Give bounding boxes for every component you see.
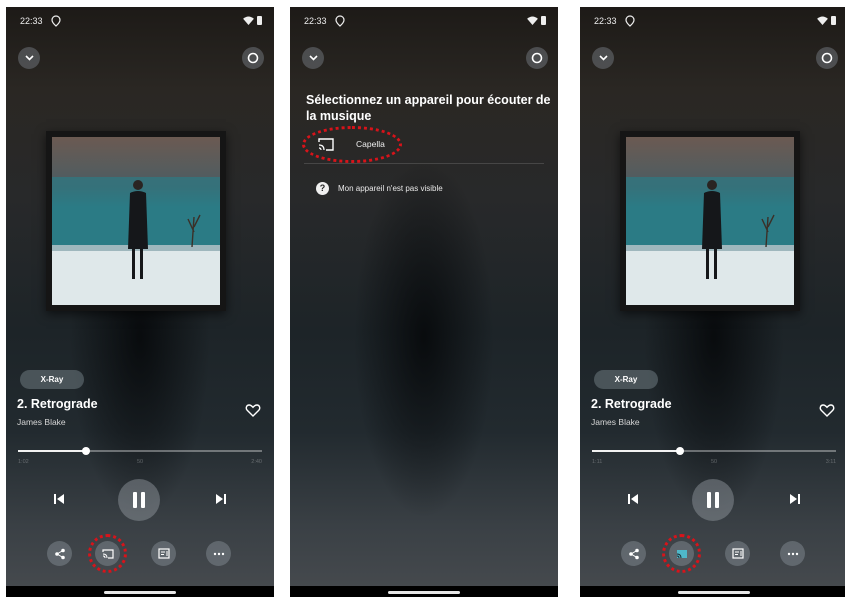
time-total: 2:40 xyxy=(251,459,262,465)
cast-button[interactable] xyxy=(669,541,694,566)
battery-icon xyxy=(541,16,546,25)
lyrics-icon xyxy=(157,548,170,559)
status-time: 22:33 xyxy=(594,16,617,26)
help-icon: ? xyxy=(316,182,329,195)
progress-bar[interactable] xyxy=(18,447,262,455)
account-ring-icon xyxy=(821,52,833,64)
time-mid: 50 xyxy=(710,459,718,465)
home-indicator[interactable] xyxy=(678,591,750,594)
time-mid: 50 xyxy=(136,459,144,465)
device-capella[interactable]: Capella xyxy=(304,133,550,157)
device-name: Capella xyxy=(356,139,385,149)
device-picker-heading: Sélectionnez un appareil pour écouter de… xyxy=(306,93,551,123)
navigation-bar xyxy=(290,586,558,597)
progress-thumb[interactable] xyxy=(82,447,91,455)
chevron-down-icon xyxy=(308,55,318,61)
pause-icon xyxy=(707,492,719,508)
track-title: 2. Retrograde xyxy=(591,397,672,411)
pause-button[interactable] xyxy=(692,479,734,521)
track-artist[interactable]: James Blake xyxy=(17,417,66,427)
album-art-image xyxy=(626,137,794,305)
previous-icon[interactable] xyxy=(626,492,640,506)
navigation-bar xyxy=(6,586,274,597)
battery-icon xyxy=(831,16,836,25)
xray-button[interactable]: X-Ray xyxy=(594,370,658,389)
next-icon[interactable] xyxy=(214,492,228,506)
home-indicator[interactable] xyxy=(388,591,460,594)
status-time: 22:33 xyxy=(20,16,43,26)
phone-screen-player: 22:33 X-Ray 2. Retrograde James Blake 1:… xyxy=(6,7,274,597)
progress-fill xyxy=(18,450,87,452)
pause-icon xyxy=(133,492,145,508)
pause-button[interactable] xyxy=(118,479,160,521)
album-art-image xyxy=(52,137,220,305)
album-cover xyxy=(620,131,800,311)
status-bar: 22:33 xyxy=(290,7,558,35)
previous-icon[interactable] xyxy=(52,492,66,506)
battery-icon xyxy=(257,16,262,25)
cast-device-icon xyxy=(318,138,334,151)
device-not-visible-link[interactable]: ? Mon appareil n'est pas visible xyxy=(304,179,524,197)
account-ring-icon xyxy=(247,52,259,64)
wifi-icon xyxy=(817,16,828,25)
track-title: 2. Retrograde xyxy=(17,397,98,411)
time-total: 3:11 xyxy=(825,459,836,465)
account-ring-icon xyxy=(531,52,543,64)
share-icon xyxy=(54,548,65,559)
location-icon xyxy=(335,15,345,27)
lyrics-queue-button[interactable] xyxy=(725,541,750,566)
heart-icon[interactable] xyxy=(245,402,261,418)
xray-button[interactable]: X-Ray xyxy=(20,370,84,389)
help-text: Mon appareil n'est pas visible xyxy=(338,184,443,193)
collapse-button[interactable] xyxy=(592,47,614,69)
track-artist[interactable]: James Blake xyxy=(591,417,640,427)
progress-bar[interactable] xyxy=(592,447,836,455)
status-bar: 22:33 xyxy=(6,7,274,35)
more-button[interactable] xyxy=(206,541,231,566)
more-dots-icon xyxy=(787,552,798,555)
collapse-button[interactable] xyxy=(18,47,40,69)
cast-connected-icon xyxy=(676,549,687,558)
chevron-down-icon xyxy=(24,55,34,61)
more-button[interactable] xyxy=(780,541,805,566)
collapse-button[interactable] xyxy=(302,47,324,69)
heart-icon[interactable] xyxy=(819,402,835,418)
share-button[interactable] xyxy=(47,541,72,566)
divider xyxy=(304,163,544,164)
home-indicator[interactable] xyxy=(104,591,176,594)
status-bar: 22:33 xyxy=(580,7,845,35)
location-icon xyxy=(51,15,61,27)
lyrics-queue-button[interactable] xyxy=(151,541,176,566)
account-button[interactable] xyxy=(526,47,548,69)
next-icon[interactable] xyxy=(788,492,802,506)
progress-thumb[interactable] xyxy=(675,447,684,455)
share-button[interactable] xyxy=(621,541,646,566)
lyrics-icon xyxy=(731,548,744,559)
album-cover xyxy=(46,131,226,311)
navigation-bar xyxy=(580,586,845,597)
cast-icon xyxy=(101,548,114,559)
wifi-icon xyxy=(243,16,254,25)
progress-fill xyxy=(592,450,680,452)
status-time: 22:33 xyxy=(304,16,327,26)
chevron-down-icon xyxy=(598,55,608,61)
share-icon xyxy=(628,548,639,559)
account-button[interactable] xyxy=(242,47,264,69)
phone-screen-device-picker: 22:33 Sélectionnez un appareil pour écou… xyxy=(290,7,558,597)
account-button[interactable] xyxy=(816,47,838,69)
phone-screen-player-casting: 22:33 X-Ray 2. Retrograde James Blake 1:… xyxy=(580,7,845,597)
more-dots-icon xyxy=(213,552,224,555)
cast-button[interactable] xyxy=(95,541,120,566)
location-icon xyxy=(625,15,635,27)
wifi-icon xyxy=(527,16,538,25)
